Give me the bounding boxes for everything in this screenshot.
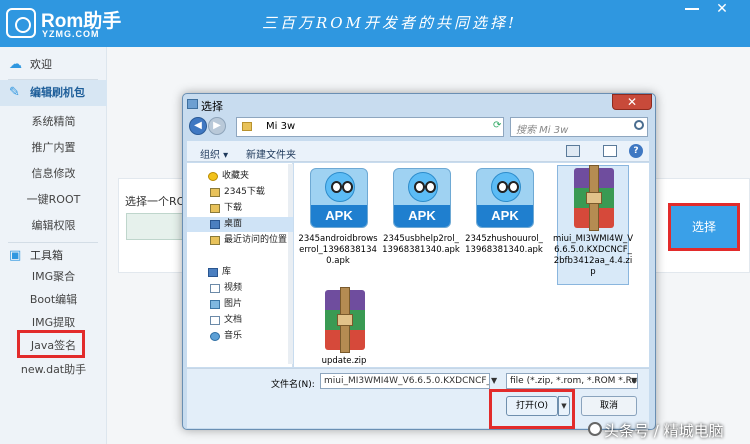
dialog-icon — [187, 99, 198, 109]
filename-input[interactable]: miui_MI3WMI4W_V6.6.5.0.KXDCNCF_2bf — [320, 373, 490, 389]
nav-downloads[interactable]: 下载 — [187, 201, 293, 216]
apk-label: APK — [394, 205, 450, 227]
file-name: update.zip — [321, 356, 367, 366]
rom-path-field[interactable] — [126, 213, 186, 240]
dialog-title: 选择 — [201, 100, 223, 113]
refresh-icon[interactable]: ⟳ — [493, 120, 501, 131]
watermark-icon — [588, 422, 602, 436]
file-name: 2345androidbrowserrol_13968381340.apk — [298, 234, 378, 266]
cancel-button[interactable]: 取消 — [581, 396, 637, 416]
pencil-icon: ✎ — [9, 85, 20, 100]
slogan: 三百万ROM开发者的共同选择! — [262, 14, 517, 32]
nav-label: 最近访问的位置 — [224, 235, 288, 245]
nav-label: 库 — [222, 267, 232, 277]
nav-label: 音乐 — [224, 331, 243, 341]
apk-icon: APK — [310, 168, 368, 228]
app-header: Rom助手 YZMG.COM 三百万ROM开发者的共同选择! ✕ — [0, 0, 750, 47]
watermark-text: 头条号 / 精城电脑 — [604, 422, 724, 440]
recent-places-icon — [210, 236, 220, 245]
music-icon — [210, 332, 220, 341]
video-icon — [210, 284, 220, 293]
java-sign-highlight — [17, 330, 85, 358]
nav-documents[interactable]: 文档 — [187, 313, 293, 328]
back-icon[interactable]: ◀ — [189, 117, 207, 135]
zip-archive-icon — [325, 287, 365, 353]
file-name: 2345usbhelp2rol_13968381340.apk — [382, 234, 460, 255]
folder-icon — [210, 204, 220, 213]
sidebar-item-label: 欢迎 — [30, 58, 52, 71]
nav-libraries[interactable]: 库 — [187, 265, 293, 280]
logo-domain: YZMG.COM — [42, 29, 100, 39]
nav-recent[interactable]: 最近访问的位置 — [187, 233, 293, 248]
select-button[interactable]: 选择 — [668, 203, 740, 251]
minimize-icon[interactable] — [685, 8, 699, 10]
open-dropdown-icon[interactable]: ▼ — [558, 396, 570, 416]
sidebar-item-promo[interactable]: 推广内置 — [0, 136, 107, 160]
open-button[interactable]: 打开(O) — [506, 396, 558, 416]
new-folder-button[interactable]: 新建文件夹 — [246, 146, 296, 161]
chevron-down-icon[interactable]: ▼ — [631, 376, 637, 385]
cloud-icon: ☁ — [9, 57, 22, 72]
close-window-icon[interactable]: ✕ — [713, 0, 731, 18]
sidebar-item-welcome[interactable]: ☁ 欢迎 — [0, 52, 107, 78]
nav-label: 下载 — [224, 203, 243, 213]
zip-archive-icon — [574, 165, 614, 231]
organize-button[interactable]: 组织 ▾ — [200, 146, 228, 161]
favorites-star-icon — [208, 172, 218, 181]
chevron-down-icon[interactable]: ▼ — [491, 376, 497, 385]
apk-label: APK — [311, 205, 367, 227]
file-name: 2345zhushouurol_13968381340.apk — [465, 234, 543, 255]
folder-icon — [210, 188, 220, 197]
nav-pictures[interactable]: 图片 — [187, 297, 293, 312]
sidebar-item-new-dat[interactable]: new.dat助手 — [0, 358, 107, 382]
apk-icon: APK — [393, 168, 451, 228]
address-path: Mi 3w — [266, 121, 296, 132]
sidebar-item-slim[interactable]: 系统精简 — [0, 110, 107, 134]
nav-label: 2345下载 — [224, 187, 265, 197]
close-icon[interactable]: ✕ — [612, 94, 652, 110]
filename-label: 文件名(N): — [271, 380, 315, 390]
search-icon — [634, 120, 644, 130]
search-placeholder: 搜索 Mi 3w — [516, 125, 569, 136]
file-type-select[interactable]: file (*.zip, *.rom, *.ROM *.Rom — [506, 373, 638, 389]
nav-desktop[interactable]: 桌面 — [187, 217, 293, 232]
logo-badge-icon — [6, 8, 36, 38]
sidebar-item-info[interactable]: 信息修改 — [0, 162, 107, 186]
nav-label: 图片 — [224, 299, 243, 309]
preview-pane-icon[interactable] — [603, 145, 617, 157]
app-logo: Rom助手 YZMG.COM — [6, 6, 121, 42]
sidebar-item-root[interactable]: 一键ROOT — [0, 188, 107, 212]
desktop-icon — [210, 220, 220, 229]
sidebar-item-edit-pack[interactable]: ✎ 编辑刷机包 — [0, 80, 107, 106]
pictures-icon — [210, 300, 220, 309]
nav-videos[interactable]: 视频 — [187, 281, 293, 296]
sidebar-item-label: 编辑刷机包 — [30, 86, 85, 99]
file-name: miui_MI3WMI4W_V6.6.5.0.KXDCNCF_2bfb3412a… — [553, 234, 634, 277]
toolbox-icon: ▣ — [9, 248, 22, 263]
nav-label: 文档 — [224, 315, 243, 325]
view-options-icon[interactable] — [566, 145, 580, 157]
forward-icon[interactable]: ▶ — [208, 117, 226, 135]
nav-label: 收藏夹 — [222, 171, 250, 181]
sidebar-item-boot-edit[interactable]: Boot编辑 — [0, 288, 107, 312]
folder-icon — [242, 122, 252, 131]
nav-label: 视频 — [224, 283, 243, 293]
library-icon — [208, 268, 218, 277]
nav-favorites[interactable]: 收藏夹 — [187, 169, 293, 184]
apk-icon: APK — [476, 168, 534, 228]
nav-2345-downloads[interactable]: 2345下载 — [187, 185, 293, 200]
apk-label: APK — [477, 205, 533, 227]
nav-music[interactable]: 音乐 — [187, 329, 293, 344]
nav-label: 桌面 — [224, 219, 243, 229]
sidebar-item-img-merge[interactable]: IMG聚合 — [0, 265, 107, 289]
help-icon[interactable]: ? — [629, 144, 643, 158]
rom-prompt: 选择一个RO — [125, 195, 186, 208]
sidebar-item-permissions[interactable]: 编辑权限 — [0, 214, 107, 238]
sidebar-item-label: 工具箱 — [30, 249, 63, 262]
document-icon — [210, 316, 220, 325]
